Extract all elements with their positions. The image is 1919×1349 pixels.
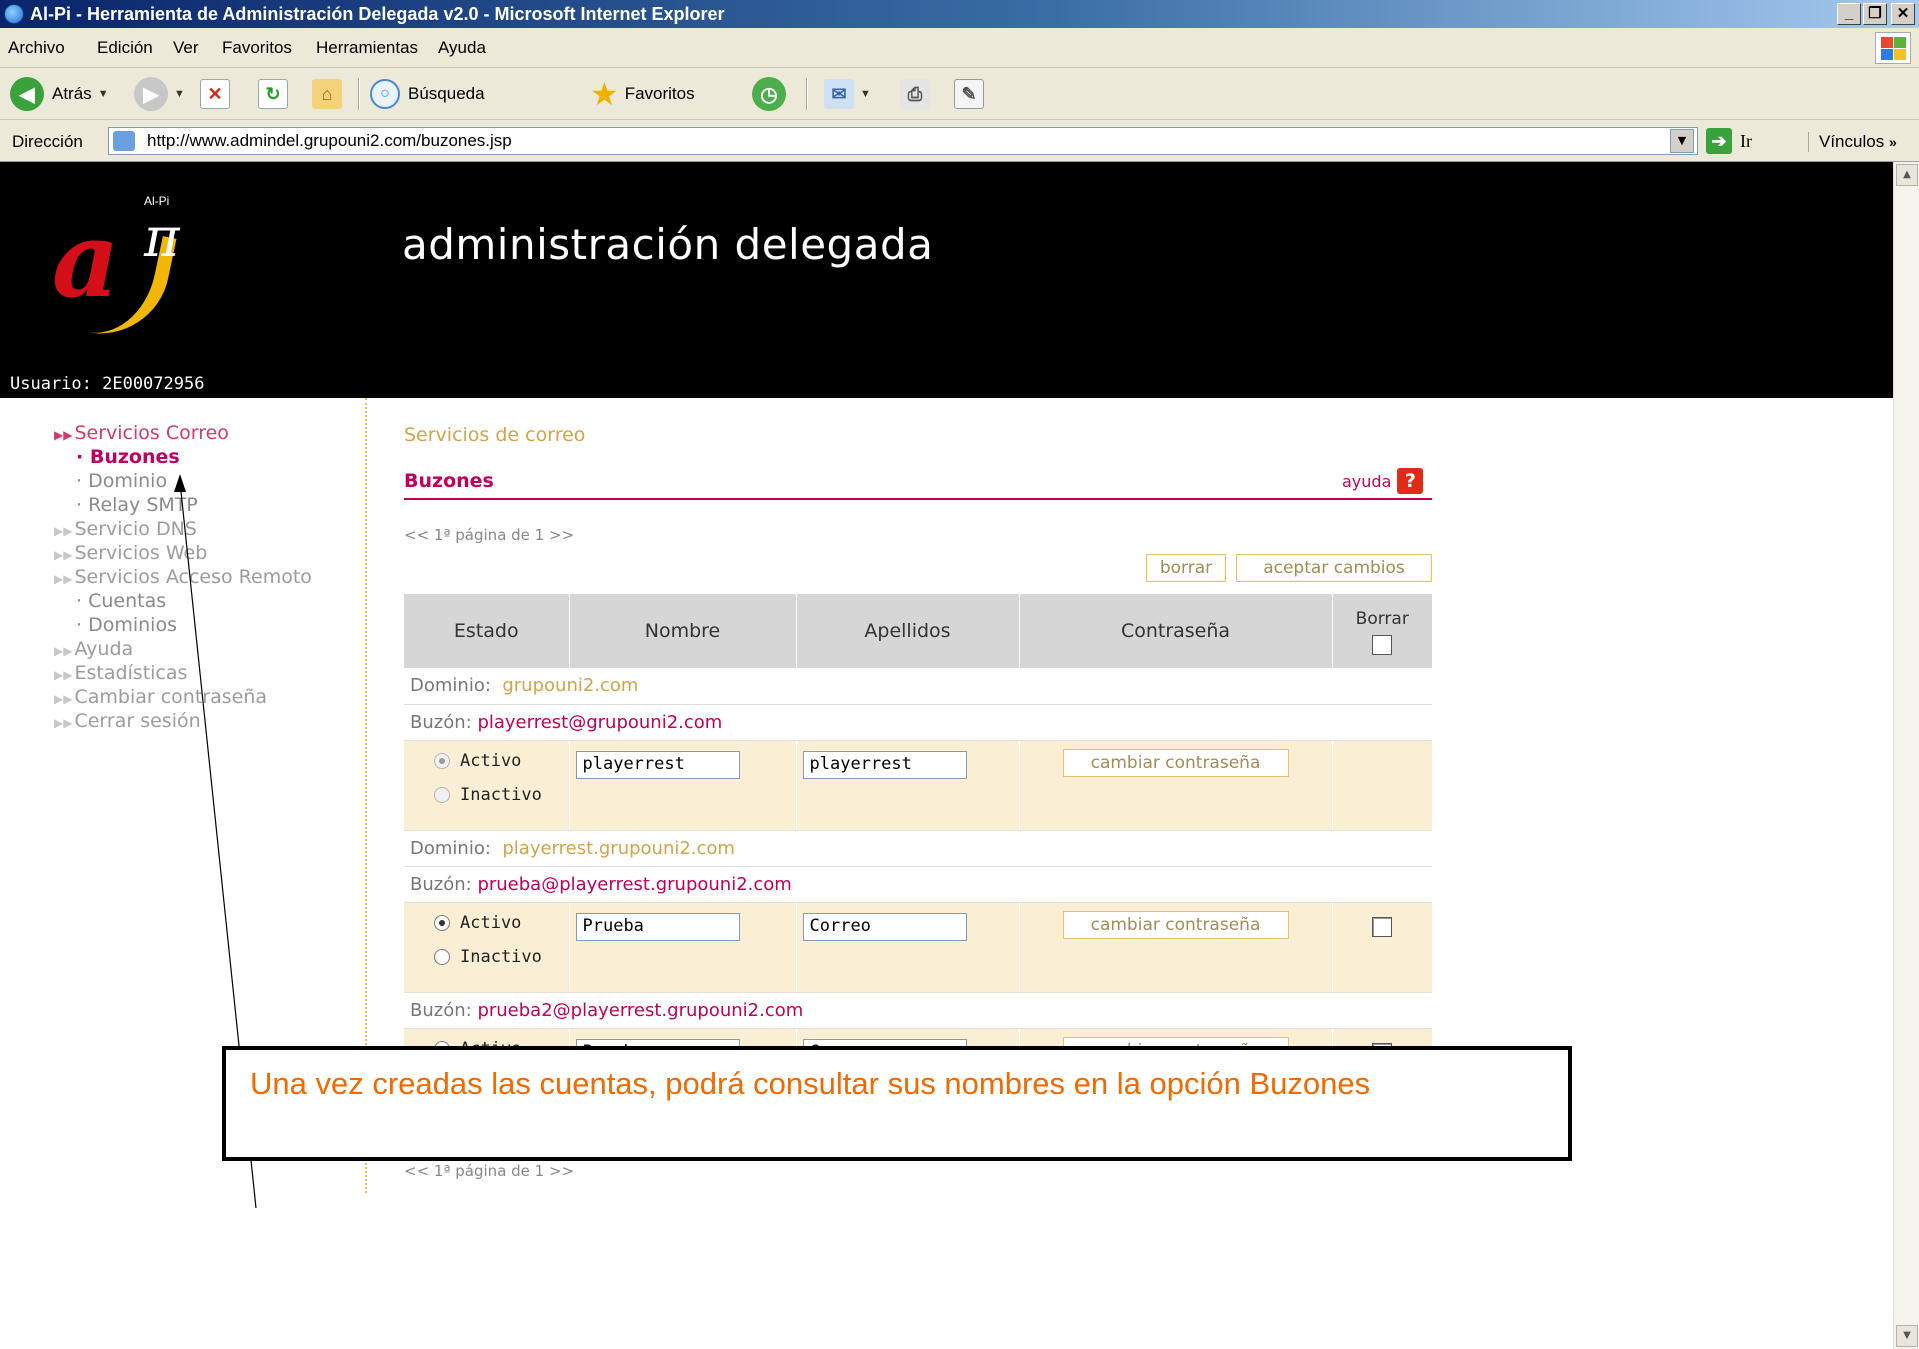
- arrowhead-icon: [174, 474, 186, 492]
- annotation-callout: Una vez creadas las cuentas, podrá consu…: [222, 1046, 1572, 1161]
